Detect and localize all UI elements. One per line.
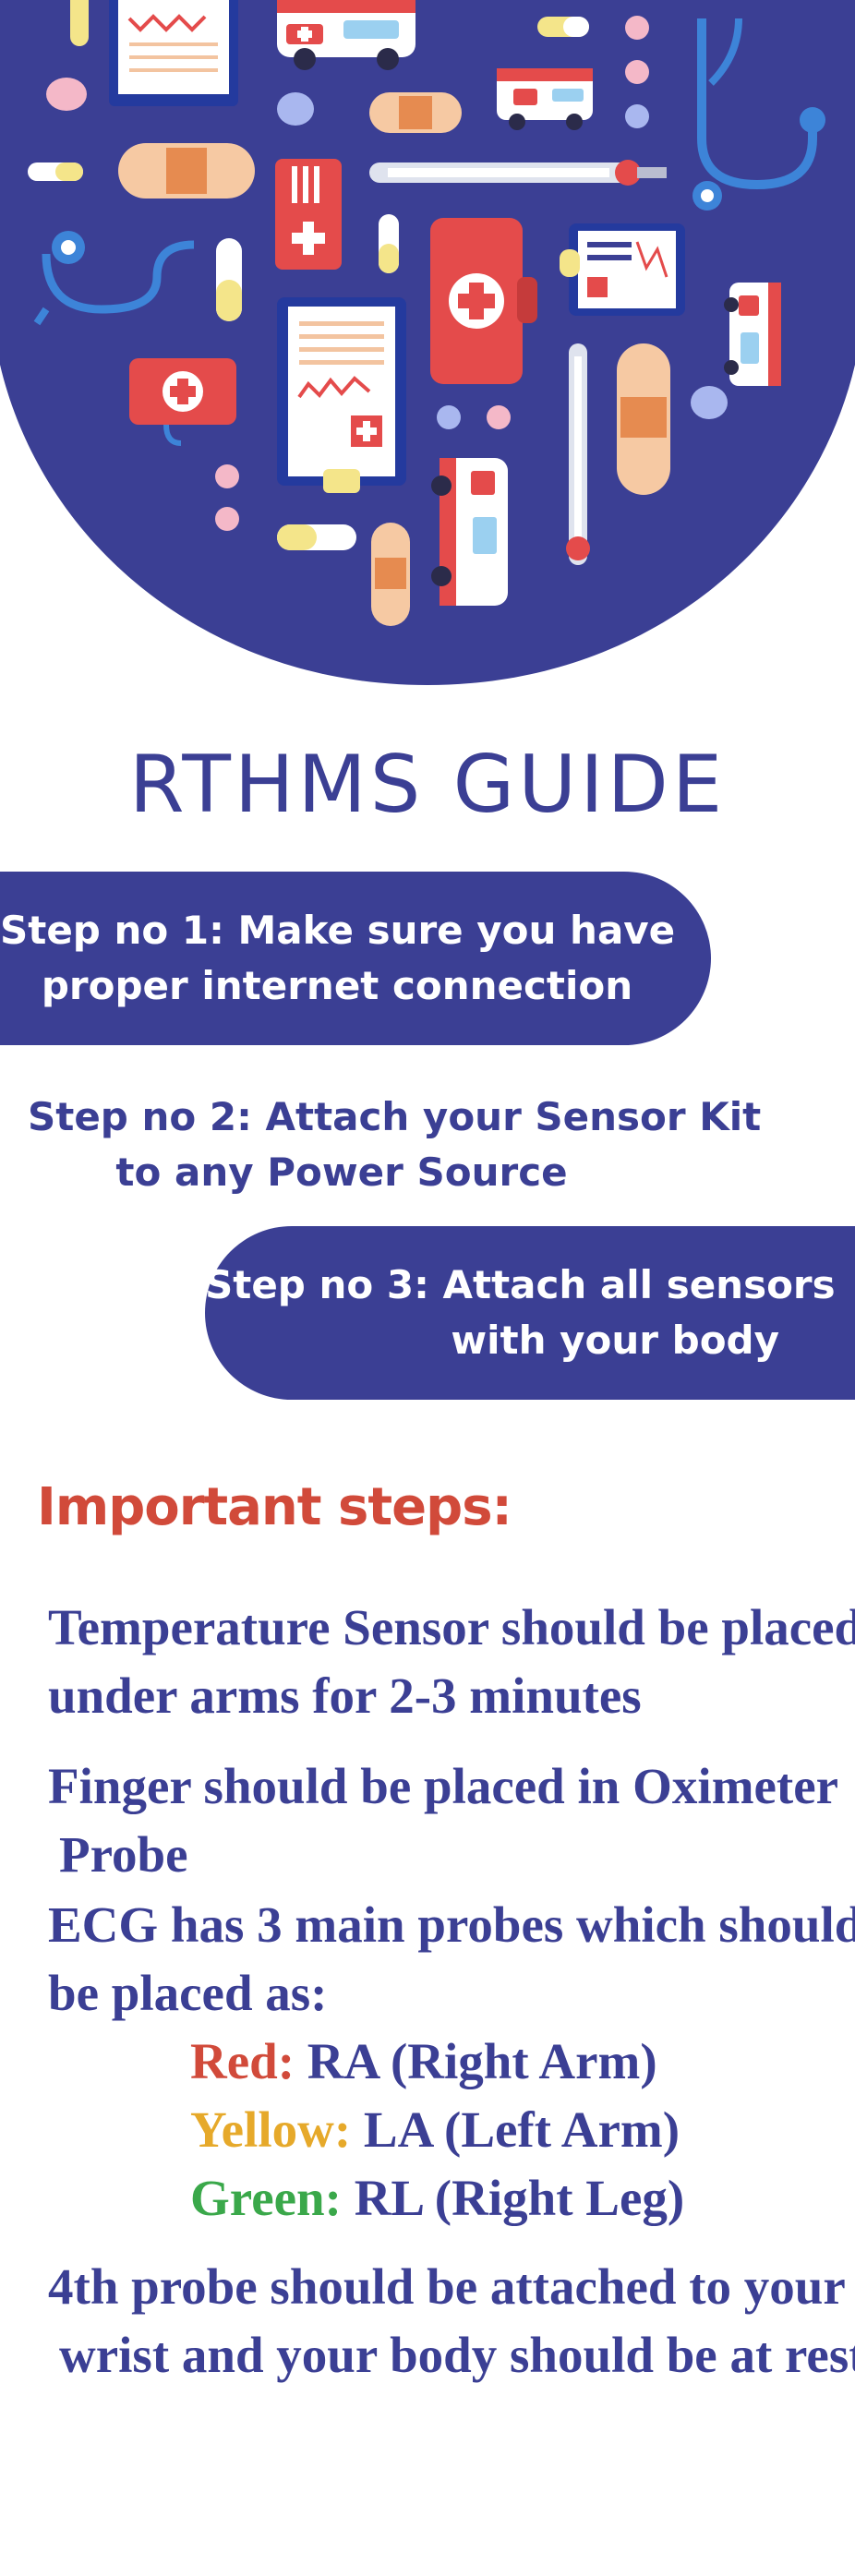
step-1-banner: Step no 1: Make sure you have proper int… [0,872,711,1045]
clipboard-icon-right [560,223,685,316]
instruction-temperature: Temperature Sensor should be placed unde… [48,1594,855,1730]
probe-color-label: Green: [190,2170,342,2226]
instruction-line: wrist and your body should be at rest [59,2327,855,2383]
ecg-probe-list: Red: RA (Right Arm) Yellow: LA (Left Arm… [190,2028,684,2233]
instruction-line: 4th probe should be attached to your [48,2258,846,2315]
medical-icons-illustration [0,0,855,685]
instruction-line: Probe [59,1826,188,1883]
instruction-oximeter: Finger should be placed in Oximeter Prob… [48,1752,842,1889]
probe-color-label: Red: [190,2033,295,2089]
instruction-line: ECG has 3 main probes which should [48,1896,855,1953]
step-1-line-1: Step no 1: Make sure you have [0,908,676,953]
probe-placement: LA (Left Arm) [363,2101,680,2158]
page-title: RTHMS GUIDE [128,739,727,831]
bandage-vertical-icon [617,343,670,495]
clipboard-icon [109,0,238,106]
thermometer-icon [369,160,667,186]
instruction-line: under arms for 2-3 minutes [48,1667,642,1724]
bandage-icon [118,143,255,199]
medicine-card-icon [275,159,342,270]
step-2-text: Step no 2: Attach your Sensor Kit to any… [28,1089,762,1200]
probe-placement: RA (Right Arm) [307,2033,657,2089]
step-3-line-1: Step no 3: Attach all sensors [205,1262,836,1307]
step-1-line-2: proper internet connection [41,963,633,1008]
probe-color-label: Yellow: [190,2101,352,2158]
step-3-line-2: with your body [451,1318,779,1363]
probe-green: Green: RL (Right Leg) [190,2164,684,2233]
instruction-line: be placed as: [48,1965,328,2021]
medical-report-icon [277,297,406,493]
instruction-fourth-probe: 4th probe should be attached to your wri… [48,2253,855,2389]
first-aid-kit-icon [430,218,537,384]
probe-red: Red: RA (Right Arm) [190,2028,684,2096]
bandage-bottom-icon [371,523,410,626]
capsule-icon [28,163,83,181]
ambulance-icon-vertical [724,283,781,386]
instruction-ecg: ECG has 3 main probes which should be pl… [48,1891,855,2028]
step-3-banner: Step no 3: Attach all sensors with your … [205,1226,855,1400]
important-heading: Important steps: [37,1477,512,1537]
step-2-line-1: Step no 2: Attach your Sensor Kit [28,1094,762,1139]
ambulance-bottom-icon [431,458,508,606]
hero-illustration [0,0,855,688]
thermometer-vertical-icon [566,343,590,565]
step-2-line-2: to any Power Source [115,1150,568,1195]
probe-yellow: Yellow: LA (Left Arm) [190,2096,684,2164]
probe-placement: RL (Right Leg) [354,2170,685,2226]
bandage-icon-2 [369,92,462,133]
instruction-line: Temperature Sensor should be placed [48,1599,855,1655]
instruction-line: Finger should be placed in Oximeter [48,1758,839,1814]
